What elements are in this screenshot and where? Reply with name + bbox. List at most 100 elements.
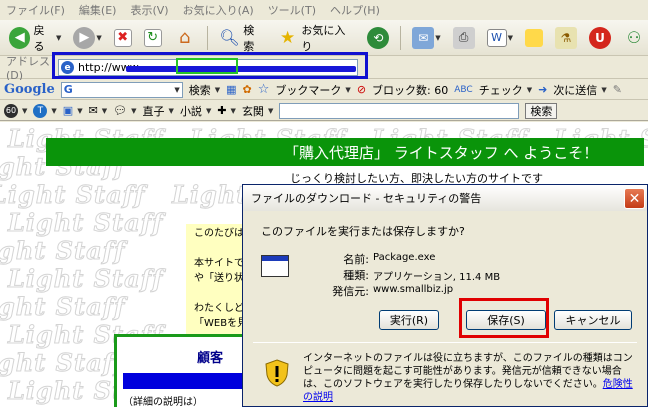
back-button[interactable]: ◀ 戻る ▼ [6, 23, 64, 53]
menu-tools[interactable]: ツール(T) [268, 2, 316, 18]
messenger-icon: ⚇ [626, 28, 642, 47]
spellcheck-button[interactable]: チェック [479, 82, 523, 98]
warning-text: インターネットのファイルは役に立ちますが、このファイルの種類はコンピュータに問題… [303, 353, 633, 390]
print-button[interactable]: ⎙ [450, 24, 478, 52]
mail-button[interactable]: ✉ ▼ [409, 24, 443, 52]
addon-icon: U [589, 26, 611, 49]
links-search-button[interactable]: 検索 [525, 102, 558, 119]
history-icon: ⟲ [367, 26, 390, 49]
pencil-icon[interactable]: ✎ [613, 83, 622, 96]
link-novel[interactable]: 小説 [180, 103, 202, 119]
google-search-button[interactable]: 検索 [189, 82, 211, 98]
chat-icon[interactable]: 💬︎ [113, 104, 127, 117]
name-label: 名前: [343, 253, 369, 266]
menu-help[interactable]: ヘルプ(H) [330, 2, 380, 18]
watermark-text: Light Staff [0, 348, 126, 378]
type-value: アプリケーション, 11.4 MB [373, 272, 501, 283]
favorites-label: お気に入り [301, 23, 346, 53]
links-search-input[interactable] [279, 102, 520, 119]
toolbar-separator [400, 25, 402, 50]
translate-icon[interactable]: T [33, 103, 48, 118]
spellcheck-icon: ABC [454, 84, 473, 95]
chevron-down-icon: ▼ [214, 85, 221, 94]
home-icon: ⌂ [179, 27, 191, 48]
watermark-text: Light Staff [0, 236, 126, 266]
computer-icon[interactable]: ▣ [63, 104, 73, 117]
save-button-highlight [459, 298, 549, 338]
application-file-icon [261, 255, 289, 277]
popup-blocker-icon: ⊘ [356, 83, 367, 96]
from-value: www.smallbiz.jp [373, 284, 454, 295]
chevron-down-icon: ▼ [507, 33, 513, 42]
dialog-separator [253, 342, 637, 343]
favorites-button[interactable]: ★ お気に入り [274, 23, 358, 53]
dialog-title: ファイルのダウンロード - セキュリティの警告 [251, 192, 482, 205]
menu-bar: ファイル(F) 編集(E) 表示(V) お気に入り(A) ツール(T) ヘルプ(… [0, 0, 648, 19]
download-security-dialog: ファイルのダウンロード - セキュリティの警告 ✕ このファイルを実行または保存… [242, 184, 648, 407]
link-naoko[interactable]: 直子 [143, 103, 165, 119]
chevron-down-icon: ▼ [96, 33, 102, 42]
dialog-titlebar[interactable]: ファイルのダウンロード - セキュリティの警告 ✕ [243, 185, 647, 211]
close-icon[interactable]: ✕ [624, 188, 645, 209]
messenger-button[interactable]: ⚇ [620, 24, 648, 52]
pagerank-icon[interactable]: ✿ [243, 83, 252, 96]
chevron-down-icon: ▼ [205, 106, 212, 115]
notes-button[interactable] [522, 24, 546, 52]
search-icon: 🔍︎ [219, 28, 240, 47]
google-logo: Google [4, 82, 55, 97]
chevron-down-icon: ▼ [174, 85, 180, 94]
send-button[interactable]: 次に送信 [553, 82, 597, 98]
back-label: 戻る [33, 23, 45, 53]
chevron-down-icon: ▼ [435, 33, 441, 42]
customer-box-desc: （詳細の説明は） [123, 397, 203, 407]
popup-blocked-count[interactable]: ブロック数: 60 [372, 82, 448, 98]
search-button[interactable]: 🔍︎ 検索 [216, 24, 268, 53]
forward-button[interactable]: ▶ ▼ [70, 24, 104, 52]
cancel-button[interactable]: キャンセル [554, 310, 632, 330]
run-button[interactable]: 実行(R) [379, 310, 439, 330]
dialog-question: このファイルを実行または保存しますか? [261, 225, 465, 238]
menu-favorites[interactable]: お気に入り(A) [183, 2, 254, 18]
menu-edit[interactable]: 編集(E) [79, 2, 117, 18]
research-button[interactable]: ⚗ [552, 24, 580, 52]
chevron-down-icon: ▼ [77, 106, 83, 115]
plus-icon[interactable]: ✚ [217, 104, 226, 117]
address-highlight [52, 52, 368, 79]
shield-warning-icon [265, 359, 289, 387]
warning-message: インターネットのファイルは役に立ちますが、このファイルの種類はコンピュータに問題… [303, 352, 641, 404]
star-icon: ★ [279, 27, 296, 48]
addon-button[interactable]: U [586, 24, 614, 52]
banner-text: 「購入代理店」 ライトスタッフ へ ようこそ！ [284, 143, 599, 162]
mail-icon[interactable]: ✉ [89, 104, 98, 117]
edit-button[interactable]: W ▼ [484, 24, 516, 52]
google-search-input[interactable]: G ▼ [60, 81, 183, 98]
stop-icon: ✖ [113, 28, 132, 47]
menu-view[interactable]: 表示(V) [130, 2, 168, 18]
forward-arrow-icon: ▶ [73, 26, 96, 49]
standard-toolbar: ◀ 戻る ▼ ▶ ▼ ✖ ↻ ⌂ 🔍︎ 検索 ★ お気に入り ⟲ ✉ ▼ ⎙ W… [0, 20, 648, 56]
watermark-text: Light Staff [7, 264, 164, 294]
chevron-down-icon: ▼ [22, 106, 28, 115]
toolbar-logo-icon: 60 [4, 103, 18, 118]
refresh-icon: ↻ [143, 28, 162, 47]
news-icon[interactable]: ▦ [226, 83, 236, 96]
watermark-text: Light Staff [0, 180, 146, 210]
watermark-text: Light Staff [7, 208, 164, 238]
chevron-down-icon: ▼ [526, 85, 533, 94]
send-icon: ➜ [538, 83, 548, 96]
note-icon [525, 28, 543, 47]
watermark-text: Light Staff [0, 292, 126, 322]
customer-box-title: 顧客 [197, 351, 224, 366]
bookmark-button[interactable]: ブックマーク [275, 82, 341, 98]
chevron-down-icon: ▼ [55, 33, 62, 42]
menu-file[interactable]: ファイル(F) [6, 2, 65, 18]
chevron-down-icon: ▼ [168, 106, 174, 115]
link-entrance[interactable]: 玄関 [242, 103, 264, 119]
chevron-down-icon: ▼ [230, 106, 236, 115]
home-button[interactable]: ⌂ [171, 24, 199, 52]
refresh-button[interactable]: ↻ [141, 24, 165, 52]
name-value: Package.exe [373, 252, 436, 263]
stop-button[interactable]: ✖ [111, 24, 135, 52]
research-icon: ⚗ [555, 26, 577, 49]
history-button[interactable]: ⟲ [364, 24, 392, 52]
